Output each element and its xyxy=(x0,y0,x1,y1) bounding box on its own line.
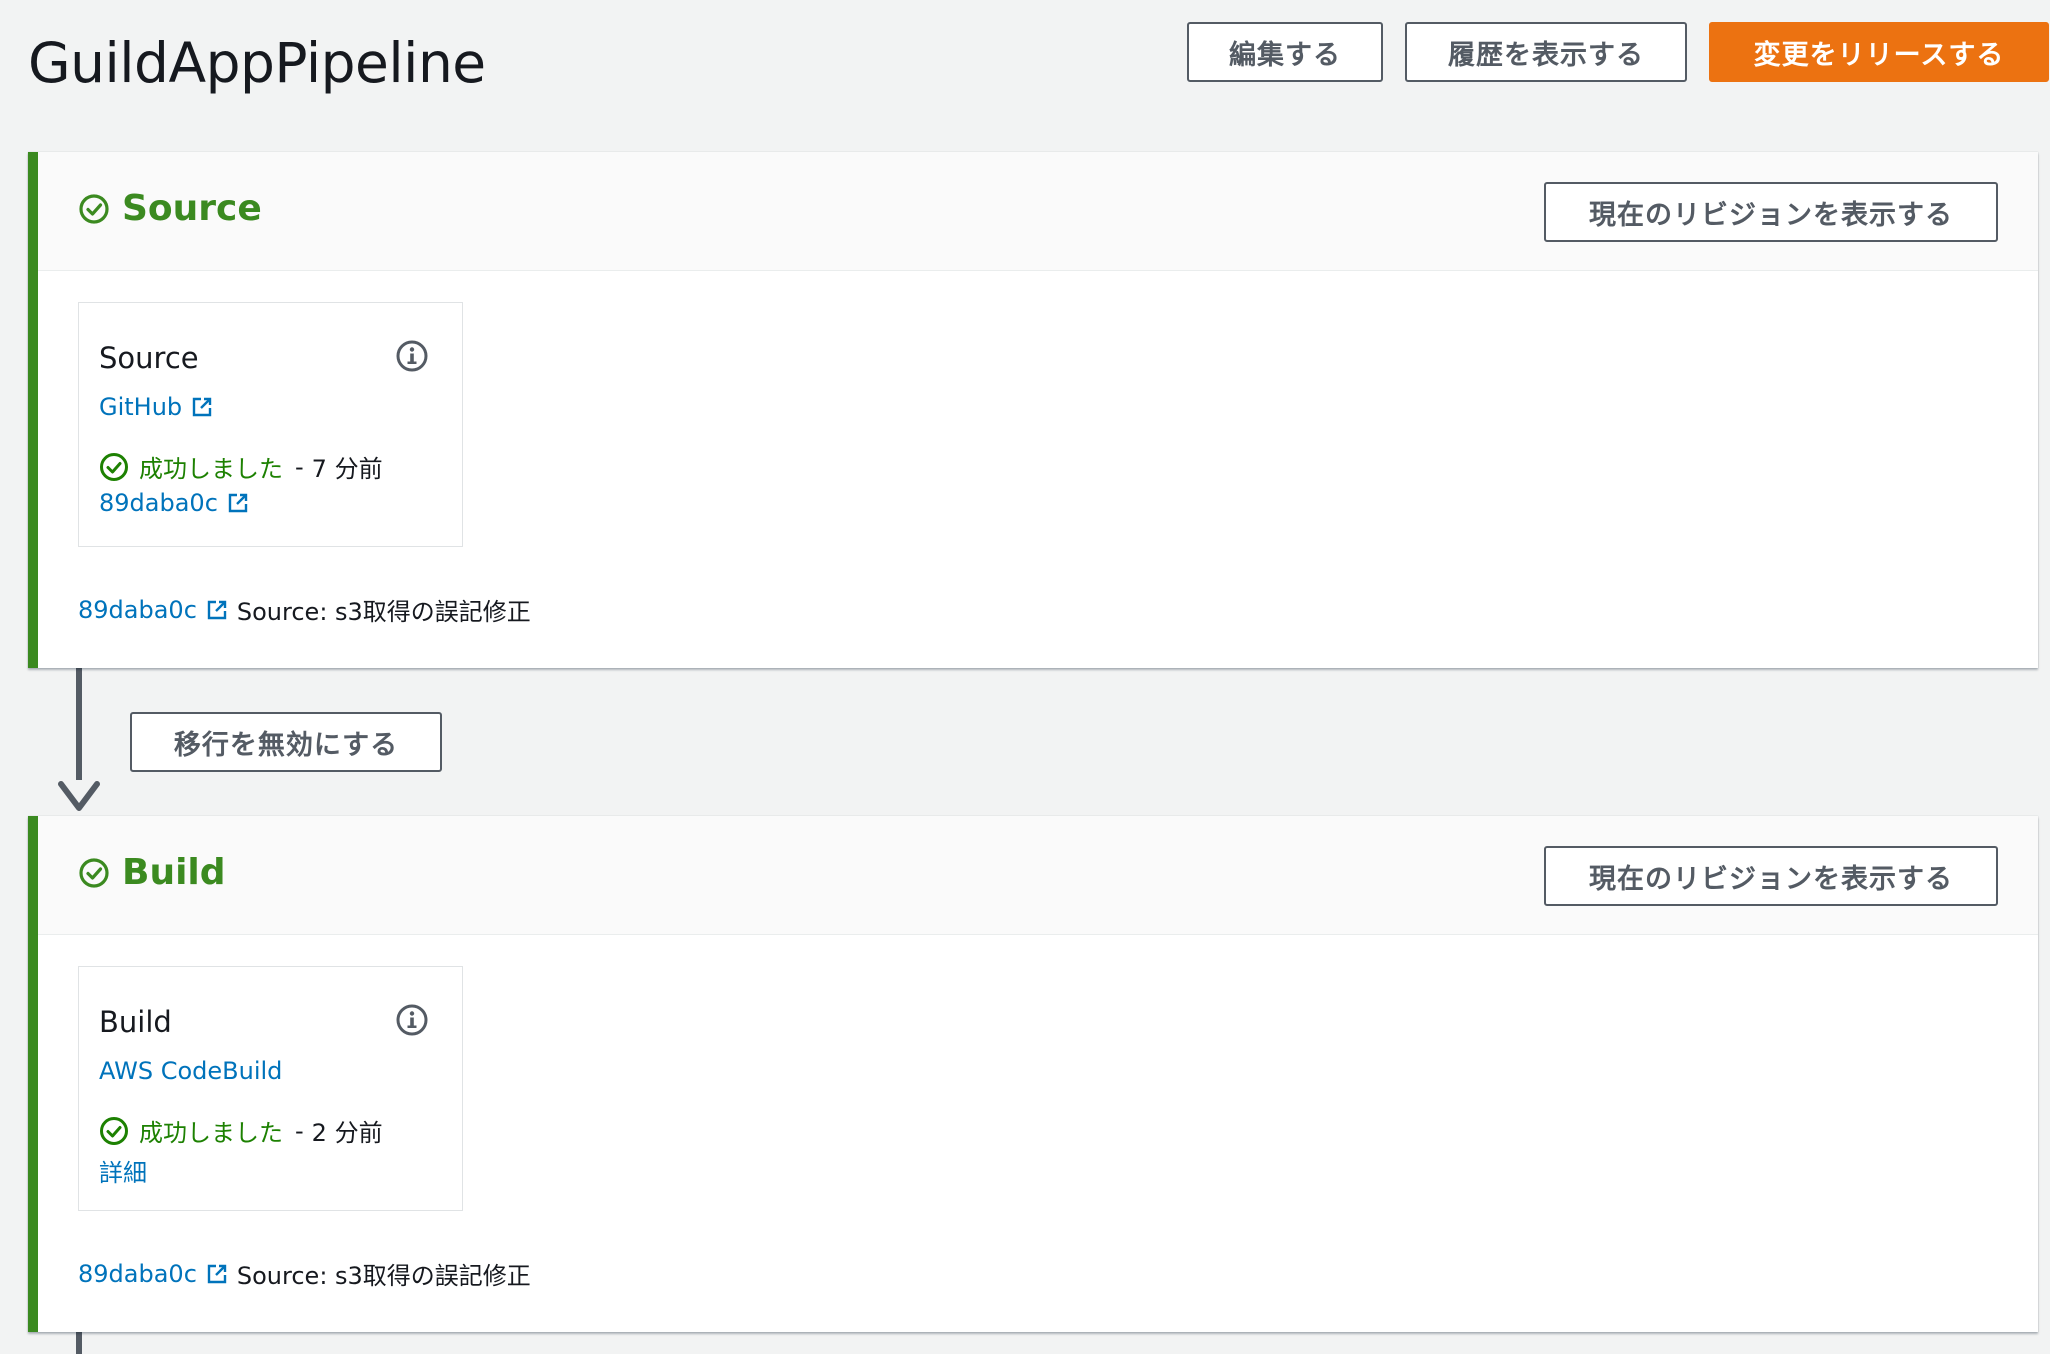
status-separator: - xyxy=(295,1116,304,1145)
provider-label: GitHub xyxy=(99,393,183,421)
action-card: Source GitHub 成功しました - 7 分前 89daba0c xyxy=(78,302,463,547)
success-icon xyxy=(100,452,128,481)
stage-connector-line xyxy=(76,668,82,780)
status-time: 2 分前 xyxy=(311,1119,383,1147)
stage-title: Source xyxy=(78,188,262,229)
status-text: 成功しました xyxy=(139,455,283,483)
info-icon[interactable] xyxy=(395,339,429,373)
action-status: 成功しました - 7 分前 xyxy=(99,449,383,484)
page-title: GuildAppPipeline xyxy=(28,31,486,95)
commit-info: 89daba0c Source: s3取得の誤記修正 xyxy=(78,1256,531,1291)
release-change-button[interactable]: 変更をリリースする xyxy=(1709,22,2049,82)
external-link-icon xyxy=(207,600,227,619)
edit-button[interactable]: 編集する xyxy=(1187,22,1383,82)
status-text: 成功しました xyxy=(139,1119,283,1147)
status-time: 7 分前 xyxy=(311,455,383,483)
external-link-icon xyxy=(207,1264,227,1283)
stage-title-text: Source xyxy=(122,188,262,229)
view-current-revision-button[interactable]: 現在のリビジョンを表示する xyxy=(1544,846,1998,906)
commit-link[interactable]: 89daba0c xyxy=(78,1260,197,1288)
status-separator: - xyxy=(295,452,304,481)
stage-source: Source 現在のリビジョンを表示する Source GitHub 成功しまし… xyxy=(28,152,2038,668)
provider-label: AWS CodeBuild xyxy=(99,1057,283,1085)
commit-link[interactable]: 89daba0c xyxy=(78,596,197,624)
stage-header: Build 現在のリビジョンを表示する xyxy=(38,816,2038,935)
details-link[interactable]: 詳細 xyxy=(99,1153,147,1188)
disable-transition-button[interactable]: 移行を無効にする xyxy=(130,712,442,772)
action-name: Source xyxy=(99,341,199,375)
commit-info: 89daba0c Source: s3取得の誤記修正 xyxy=(78,592,531,627)
commit-message: Source: s3取得の誤記修正 xyxy=(236,1262,531,1290)
external-link-icon xyxy=(228,493,248,513)
commit-message: Source: s3取得の誤記修正 xyxy=(236,598,531,626)
execution-link-label: 89daba0c xyxy=(99,489,218,517)
stage-title-text: Build xyxy=(122,852,226,893)
view-current-revision-button[interactable]: 現在のリビジョンを表示する xyxy=(1544,182,1998,242)
action-status: 成功しました - 2 分前 xyxy=(99,1113,383,1148)
arrow-down-icon xyxy=(58,781,100,811)
info-icon[interactable] xyxy=(395,1003,429,1037)
stage-connector-line xyxy=(76,1332,82,1354)
stage-build: Build 現在のリビジョンを表示する Build AWS CodeBuild … xyxy=(28,816,2038,1332)
action-name: Build xyxy=(99,1005,172,1039)
stage-title: Build xyxy=(78,852,226,893)
success-icon xyxy=(100,1116,128,1145)
check-circle-icon xyxy=(79,857,109,888)
check-circle-icon xyxy=(79,193,109,224)
provider-link[interactable]: GitHub xyxy=(99,393,214,421)
stage-header: Source 現在のリビジョンを表示する xyxy=(38,152,2038,271)
execution-link[interactable]: 89daba0c xyxy=(99,489,250,517)
action-card: Build AWS CodeBuild 成功しました - 2 分前 詳細 xyxy=(78,966,463,1211)
external-link-icon xyxy=(192,397,212,417)
provider-link[interactable]: AWS CodeBuild xyxy=(99,1057,282,1085)
view-history-button[interactable]: 履歴を表示する xyxy=(1405,22,1687,82)
